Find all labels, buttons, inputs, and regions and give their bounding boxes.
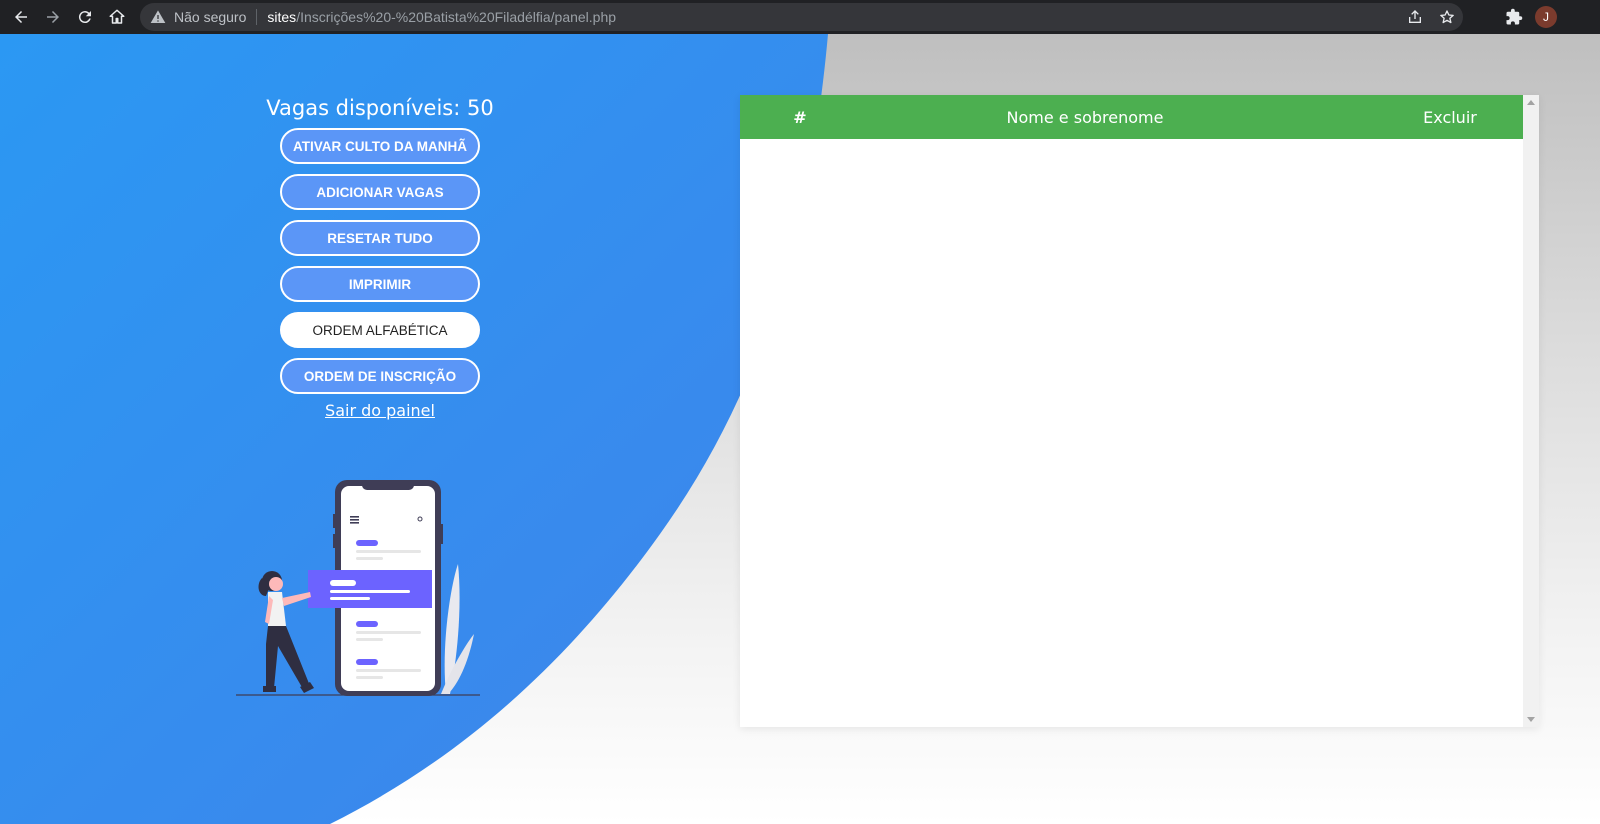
add-slots-button[interactable]: ADICIONAR VAGAS (280, 174, 480, 210)
address-bar[interactable]: Não seguro sites /Inscrições%20-%20Batis… (140, 3, 1463, 31)
back-icon (15, 11, 27, 23)
control-panel: Vagas disponíveis: 50 ATIVAR CULTO DA MA… (230, 96, 530, 420)
column-header-number: # (793, 107, 807, 127)
share-icon[interactable] (1407, 9, 1423, 25)
forward-button[interactable] (37, 1, 69, 33)
warning-icon (150, 9, 166, 25)
profile-avatar[interactable]: J (1535, 6, 1557, 28)
registrations-table: # Nome e sobrenome Excluir (740, 95, 1539, 727)
registration-order-button[interactable]: ORDEM DE INSCRIÇÃO (280, 358, 480, 394)
activate-morning-service-button[interactable]: ATIVAR CULTO DA MANHÃ (280, 128, 480, 164)
back-button[interactable] (5, 1, 37, 33)
column-header-name: Nome e sobrenome (1006, 107, 1164, 127)
page-content: Vagas disponíveis: 50 ATIVAR CULTO DA MA… (0, 34, 1600, 824)
home-icon (109, 9, 125, 24)
url-path: /Inscrições%20-%20Batista%20Filadélfia/p… (296, 9, 617, 25)
phone-illustration (236, 480, 480, 696)
scroll-up-arrow-icon[interactable] (1527, 100, 1535, 105)
extensions-icon[interactable] (1505, 8, 1523, 26)
omnibox-actions (1407, 9, 1455, 25)
reload-icon (78, 11, 91, 24)
table-scrollbar[interactable] (1523, 95, 1539, 727)
divider (256, 9, 258, 25)
logout-link[interactable]: Sair do painel (325, 401, 435, 420)
reset-all-button[interactable]: RESETAR TUDO (280, 220, 480, 256)
url-host: sites (267, 9, 297, 25)
alphabetical-order-button[interactable]: ORDEM ALFABÉTICA (280, 312, 480, 348)
forward-icon (47, 11, 59, 23)
star-icon[interactable] (1439, 9, 1455, 25)
table-header: # Nome e sobrenome Excluir (740, 95, 1523, 139)
vagas-title: Vagas disponíveis: 50 (266, 96, 494, 120)
scroll-down-arrow-icon[interactable] (1527, 717, 1535, 722)
browser-toolbar: Não seguro sites /Inscrições%20-%20Batis… (0, 0, 1600, 34)
home-button[interactable] (101, 1, 133, 33)
reload-button[interactable] (69, 1, 101, 33)
print-button[interactable]: IMPRIMIR (280, 266, 480, 302)
security-label[interactable]: Não seguro (174, 9, 246, 25)
